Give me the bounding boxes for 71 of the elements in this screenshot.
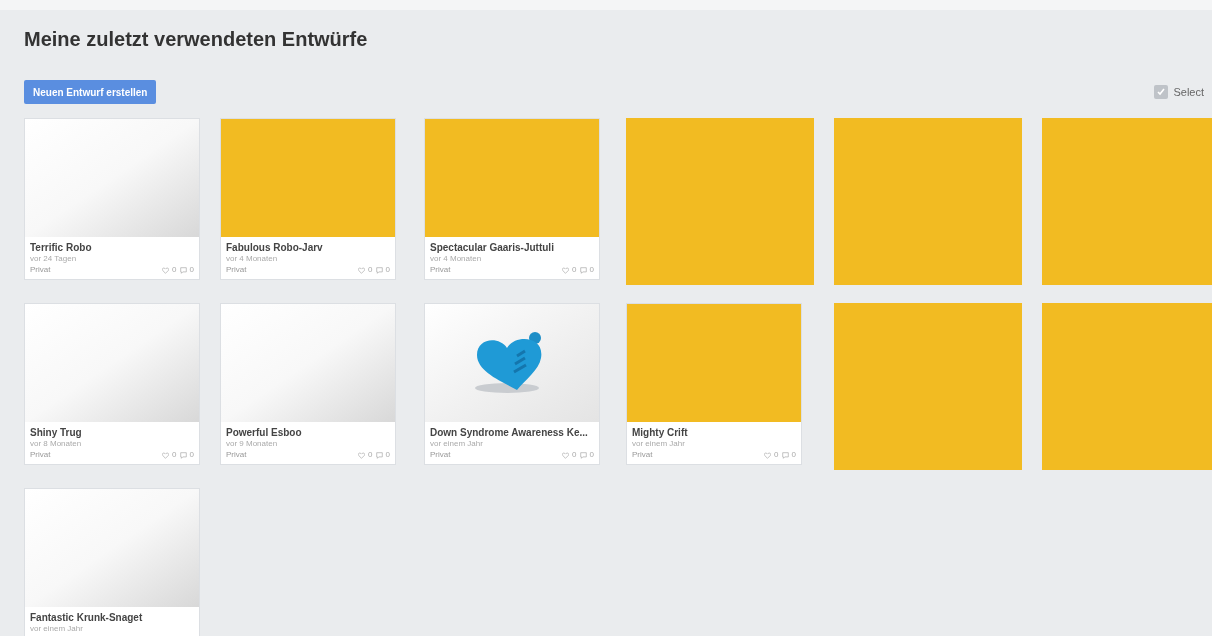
design-card[interactable]: Shiny Trug vor 8 Monaten Privat 0 0 <box>24 303 200 465</box>
design-name[interactable]: Powerful Esboo <box>226 426 390 439</box>
thumbnail[interactable] <box>25 119 199 237</box>
design-name[interactable]: Fabulous Robo-Jarv <box>226 241 390 254</box>
design-age: vor einem Jahr <box>632 439 686 449</box>
design-name[interactable]: Fantastic Krunk-Snaget <box>30 611 194 624</box>
design-name[interactable]: Down Syndrome Awareness Ke... <box>430 426 594 439</box>
visibility-label: Privat <box>632 450 653 460</box>
comment-count: 0 <box>189 449 194 461</box>
visibility-label: Privat <box>430 450 451 460</box>
thumbnail[interactable] <box>221 119 395 237</box>
design-age: vor 4 Monaten <box>226 254 279 264</box>
thumbnail[interactable] <box>25 304 199 422</box>
like-count: 0 <box>572 449 577 461</box>
select-label[interactable]: Select <box>1173 83 1204 101</box>
design-age: vor einem Jahr <box>430 439 484 449</box>
check-icon <box>1156 87 1167 97</box>
design-age: vor 8 Monaten <box>30 439 83 449</box>
visibility-label: Privat <box>226 450 247 460</box>
like-count: 0 <box>368 449 373 461</box>
heart-icon <box>764 451 772 459</box>
comment-count: 0 <box>589 264 594 276</box>
comment-count: 0 <box>791 449 796 461</box>
like-count: 0 <box>572 264 577 276</box>
design-name[interactable]: Shiny Trug <box>30 426 194 439</box>
comment-count: 0 <box>385 449 390 461</box>
thumbnail[interactable] <box>425 304 599 422</box>
like-count: 0 <box>774 449 779 461</box>
visibility-label: Privat <box>30 265 51 275</box>
design-card[interactable]: Down Syndrome Awareness Ke... vor einem Jahr Privat 0 0 <box>424 303 600 465</box>
like-count: 0 <box>368 264 373 276</box>
design-card[interactable]: Fantastic Krunk-Snaget vor einem Jahr <box>24 488 200 636</box>
page-title: Meine zuletzt verwendeten Entwürfe <box>24 27 369 52</box>
heart-icon <box>562 451 570 459</box>
design-card[interactable]: Spectacular Gaaris-Juttuli vor 4 Monaten Privat 0 0 <box>424 118 600 280</box>
visibility-label: Privat <box>430 265 451 275</box>
comment-icon <box>781 451 789 459</box>
comment-icon <box>375 451 383 459</box>
thumbnail[interactable] <box>627 304 801 422</box>
design-card[interactable]: Terrific Robo vor 24 Tagen Privat 0 0 <box>24 118 200 280</box>
design-age: vor 9 Monaten <box>226 439 279 449</box>
design-card[interactable]: Mighty Crift vor einem Jahr Privat 0 0 <box>626 303 802 465</box>
heart-icon <box>358 266 366 274</box>
heart-icon <box>162 451 170 459</box>
design-card[interactable]: Fabulous Robo-Jarv vor 4 Monaten Privat 0 0 <box>220 118 396 280</box>
comment-icon <box>179 266 187 274</box>
like-count: 0 <box>172 449 177 461</box>
design-age: vor 24 Tagen <box>30 254 78 264</box>
comment-icon <box>179 451 187 459</box>
design-age: vor einem Jahr <box>30 624 84 634</box>
design-name[interactable]: Mighty Crift <box>632 426 796 439</box>
comment-icon <box>579 451 587 459</box>
thumbnail[interactable] <box>221 304 395 422</box>
comment-icon <box>375 266 383 274</box>
thumbnail[interactable] <box>425 119 599 237</box>
comment-count: 0 <box>385 264 390 276</box>
design-name[interactable]: Spectacular Gaaris-Juttuli <box>430 241 594 254</box>
thumbnail[interactable] <box>25 489 199 607</box>
visibility-label: Privat <box>30 450 51 460</box>
visibility-label: Privat <box>226 265 247 275</box>
design-name[interactable]: Terrific Robo <box>30 241 194 254</box>
like-count: 0 <box>172 264 177 276</box>
design-card[interactable]: Powerful Esboo vor 9 Monaten Privat 0 0 <box>220 303 396 465</box>
design-age: vor 4 Monaten <box>430 254 483 264</box>
heart-icon <box>162 266 170 274</box>
heart-icon <box>358 451 366 459</box>
comment-icon <box>579 266 587 274</box>
heart-icon <box>562 266 570 274</box>
comment-count: 0 <box>189 264 194 276</box>
select-checkbox[interactable] <box>1154 85 1169 99</box>
comment-count: 0 <box>589 449 594 461</box>
